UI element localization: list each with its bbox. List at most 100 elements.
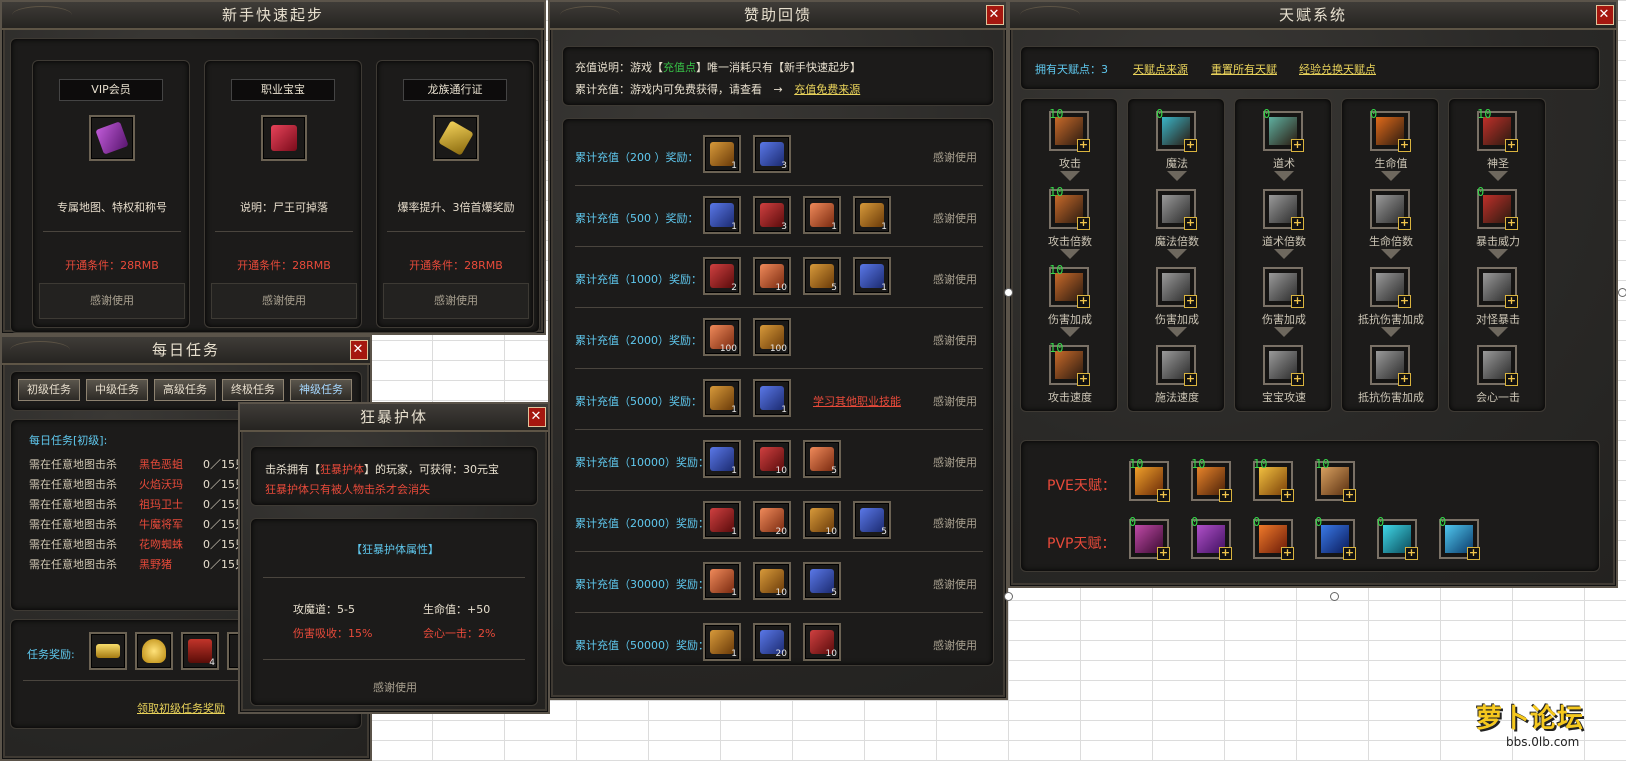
tab-ultimate[interactable]: 终极任务 <box>222 379 284 401</box>
tab-divine[interactable]: 神级任务 <box>290 379 352 401</box>
pve-talent-node[interactable]: 10 + <box>1253 457 1294 502</box>
pvp-talent-node[interactable]: 0 + <box>1129 515 1170 560</box>
reward-thanks-button[interactable]: 感谢使用 <box>933 515 977 531</box>
talent-node[interactable]: + <box>1370 345 1411 386</box>
reward-thanks-button[interactable]: 感谢使用 <box>933 210 977 226</box>
talent-node[interactable]: + <box>1477 267 1518 308</box>
reward-item-slot[interactable]: 1 <box>803 196 841 234</box>
pve-talent-node[interactable]: 10 + <box>1315 457 1356 502</box>
plus-icon[interactable]: + <box>1077 295 1090 308</box>
reward-item-slot[interactable]: 10 <box>753 440 791 478</box>
plus-icon[interactable]: + <box>1343 547 1356 560</box>
plus-icon[interactable]: + <box>1184 217 1197 230</box>
talent-node[interactable]: + <box>1156 345 1197 386</box>
plus-icon[interactable]: + <box>1291 295 1304 308</box>
resize-handle[interactable] <box>1330 592 1339 601</box>
plus-icon[interactable]: + <box>1505 373 1518 386</box>
exchange-talent-link[interactable]: 经验兑换天赋点 <box>1299 61 1376 77</box>
talent-node[interactable]: 0 + <box>1263 107 1304 152</box>
reset-talent-link[interactable]: 重置所有天赋 <box>1211 61 1277 77</box>
talent-node[interactable]: + <box>1263 189 1304 230</box>
berserk-thanks-button[interactable]: 感谢使用 <box>251 679 539 695</box>
reward-item-slot[interactable]: 1 <box>703 440 741 478</box>
plus-icon[interactable]: + <box>1157 547 1170 560</box>
talent-node[interactable]: 10 + <box>1049 107 1090 152</box>
talent-node[interactable]: 10 + <box>1477 107 1518 152</box>
reward-item-slot[interactable]: 100 <box>703 318 741 356</box>
berserk-close-button[interactable]: ✕ <box>528 407 546 427</box>
daily-close-button[interactable]: ✕ <box>350 340 368 360</box>
reward-item-slot[interactable]: 5 <box>803 257 841 295</box>
pve-talent-node[interactable]: 10 + <box>1191 457 1232 502</box>
plus-icon[interactable]: + <box>1398 373 1411 386</box>
reward-item-slot[interactable]: 1 <box>703 196 741 234</box>
plus-icon[interactable]: + <box>1219 489 1232 502</box>
reward-thanks-button[interactable]: 感谢使用 <box>933 454 977 470</box>
talent-node[interactable]: 0 + <box>1370 107 1411 152</box>
sponsor-close-button[interactable]: ✕ <box>986 5 1004 25</box>
reward-item-slot[interactable]: 1 <box>853 257 891 295</box>
plus-icon[interactable]: + <box>1184 373 1197 386</box>
reward-thanks-button[interactable]: 感谢使用 <box>933 637 977 653</box>
reward-item-slot[interactable]: 1 <box>753 379 791 417</box>
reward-item-slot[interactable]: 20 <box>753 623 791 661</box>
pvp-talent-node[interactable]: 0 + <box>1191 515 1232 560</box>
talent-node[interactable]: 10 + <box>1049 185 1090 230</box>
reward-item-slot[interactable]: 1 <box>703 501 741 539</box>
reward-item-slot[interactable]: 10 <box>753 257 791 295</box>
talent-source-link[interactable]: 天赋点来源 <box>1133 61 1188 77</box>
daily-titlebar[interactable]: 每日任务 ✕ <box>2 337 370 365</box>
reward-thanks-button[interactable]: 感谢使用 <box>933 332 977 348</box>
plus-icon[interactable]: + <box>1184 139 1197 152</box>
plus-icon[interactable]: + <box>1157 489 1170 502</box>
plus-icon[interactable]: + <box>1077 139 1090 152</box>
reward-item-slot[interactable]: 20 <box>753 501 791 539</box>
reward-item-slot[interactable]: 10 <box>753 562 791 600</box>
talent-node[interactable]: + <box>1156 189 1197 230</box>
resize-handle[interactable] <box>1618 288 1626 297</box>
talent-titlebar[interactable]: 天赋系统 ✕ <box>1010 2 1616 30</box>
reward-item-slot[interactable]: 3 <box>753 135 791 173</box>
talent-node[interactable]: 0 + <box>1156 107 1197 152</box>
reward-thanks-button[interactable]: 感谢使用 <box>933 271 977 287</box>
plus-icon[interactable]: + <box>1077 217 1090 230</box>
pvp-talent-node[interactable]: 0 + <box>1439 515 1480 560</box>
reward-item-slot[interactable]: 10 <box>803 501 841 539</box>
pvp-talent-node[interactable]: 0 + <box>1377 515 1418 560</box>
talent-node[interactable]: + <box>1263 345 1304 386</box>
pet-item-slot[interactable] <box>261 115 307 161</box>
plus-icon[interactable]: + <box>1398 295 1411 308</box>
reward-thanks-button[interactable]: 感谢使用 <box>933 149 977 165</box>
plus-icon[interactable]: + <box>1467 547 1480 560</box>
plus-icon[interactable]: + <box>1281 489 1294 502</box>
reward-item-slot[interactable]: 1 <box>703 623 741 661</box>
berserk-titlebar[interactable]: 狂暴护体 ✕ <box>240 404 548 432</box>
plus-icon[interactable]: + <box>1343 489 1356 502</box>
pvp-talent-node[interactable]: 0 + <box>1315 515 1356 560</box>
vip-item-slot[interactable] <box>89 115 135 161</box>
talent-node[interactable]: + <box>1263 267 1304 308</box>
plus-icon[interactable]: + <box>1505 139 1518 152</box>
reward-item-slot[interactable]: 10 <box>803 623 841 661</box>
reward-slot[interactable] <box>135 632 173 670</box>
reward-item-slot[interactable]: 2 <box>703 257 741 295</box>
pvp-talent-node[interactable]: 0 + <box>1253 515 1294 560</box>
starter-titlebar[interactable]: 新手快速起步 <box>2 2 544 30</box>
learn-skill-link[interactable]: 学习其他职业技能 <box>813 393 901 409</box>
resize-handle[interactable] <box>1004 592 1013 601</box>
card-thanks-button[interactable]: 感谢使用 <box>383 283 529 319</box>
talent-node[interactable]: 10 + <box>1049 263 1090 308</box>
reward-item-slot[interactable]: 1 <box>703 562 741 600</box>
tab-junior[interactable]: 初级任务 <box>18 379 80 401</box>
plus-icon[interactable]: + <box>1291 139 1304 152</box>
card-thanks-button[interactable]: 感谢使用 <box>211 283 357 319</box>
reward-item-slot[interactable]: 5 <box>803 440 841 478</box>
reward-item-slot[interactable]: 1 <box>703 379 741 417</box>
reward-item-slot[interactable]: 5 <box>803 562 841 600</box>
talent-node[interactable]: 10 + <box>1049 341 1090 386</box>
talent-node[interactable]: + <box>1477 345 1518 386</box>
reward-thanks-button[interactable]: 感谢使用 <box>933 576 977 592</box>
talent-node[interactable]: + <box>1370 189 1411 230</box>
plus-icon[interactable]: + <box>1291 217 1304 230</box>
sponsor-titlebar[interactable]: 赞助回馈 ✕ <box>550 2 1006 30</box>
